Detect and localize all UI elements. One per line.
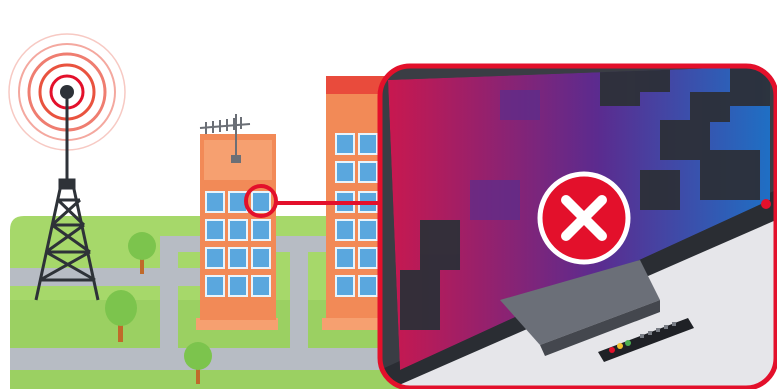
illustration bbox=[0, 0, 777, 389]
scene-svg bbox=[8, 33, 777, 389]
power-led bbox=[761, 199, 771, 209]
no-signal-x-icon bbox=[537, 171, 631, 265]
apartment-building-left bbox=[196, 134, 278, 330]
tower-top bbox=[60, 85, 74, 99]
